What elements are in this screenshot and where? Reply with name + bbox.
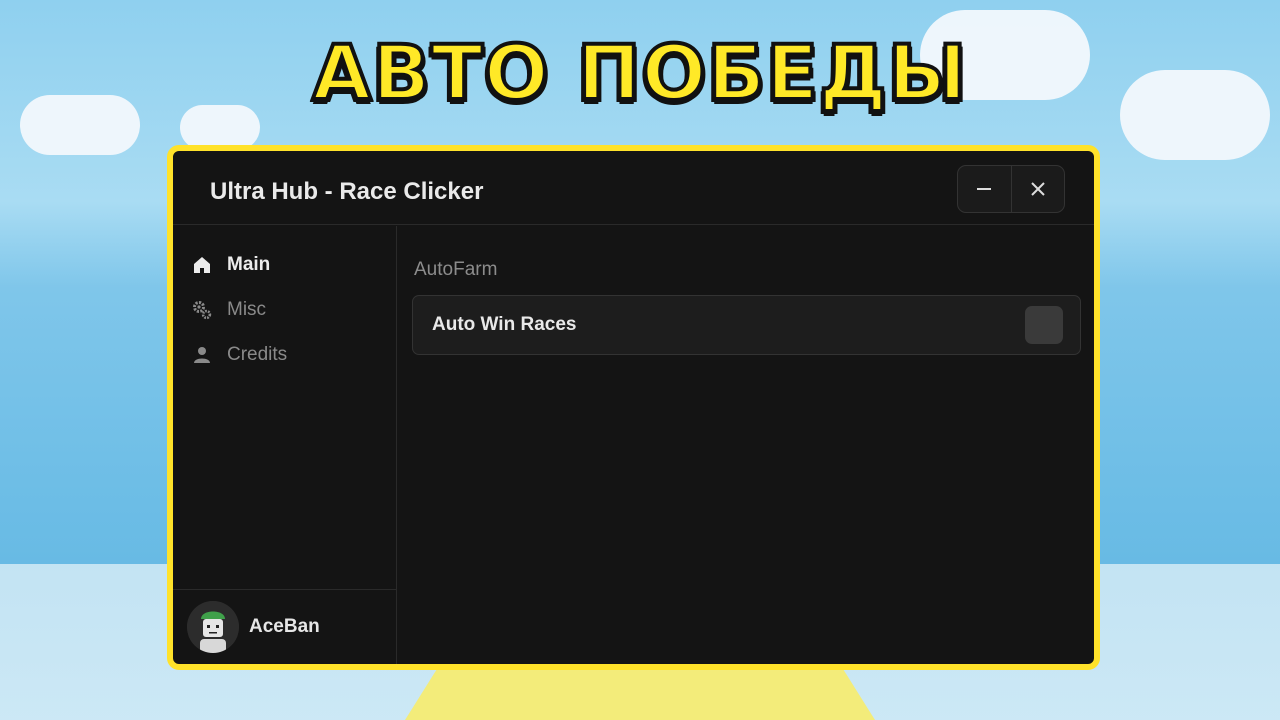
close-icon bbox=[1031, 182, 1045, 196]
gears-icon bbox=[193, 301, 212, 320]
toggle-label: Auto Win Races bbox=[432, 314, 577, 335]
sidebar-item-main[interactable]: Main bbox=[191, 250, 381, 280]
sidebar-item-label: Credits bbox=[227, 344, 288, 365]
sidebar: Main Misc Credits AceBan bbox=[173, 226, 397, 664]
window-title: Ultra Hub - Race Clicker bbox=[210, 178, 484, 205]
auto-win-races-toggle[interactable]: Auto Win Races bbox=[412, 295, 1081, 355]
toggle-checkbox[interactable] bbox=[1025, 306, 1063, 344]
minus-icon bbox=[977, 188, 992, 190]
home-icon bbox=[194, 257, 210, 273]
section-title: AutoFarm bbox=[414, 259, 498, 280]
person-icon bbox=[194, 347, 210, 363]
sidebar-item-credits[interactable]: Credits bbox=[191, 340, 381, 370]
sidebar-item-misc[interactable]: Misc bbox=[191, 295, 381, 325]
title-bar: Ultra Hub - Race Clicker bbox=[173, 151, 1094, 225]
sidebar-item-label: Misc bbox=[227, 299, 267, 320]
headline-text: АВТО ПОБЕДЫ bbox=[310, 26, 968, 119]
window-controls bbox=[957, 165, 1065, 213]
minimize-button[interactable] bbox=[958, 166, 1011, 212]
close-button[interactable] bbox=[1010, 166, 1065, 212]
user-profile: AceBan bbox=[173, 589, 396, 664]
username: AceBan bbox=[249, 616, 320, 637]
main-content: AutoFarm Auto Win Races bbox=[398, 226, 1094, 664]
avatar bbox=[187, 601, 239, 653]
sidebar-item-label: Main bbox=[227, 254, 271, 275]
hub-window: Ultra Hub - Race Clicker Main Misc Credi… bbox=[167, 145, 1100, 670]
